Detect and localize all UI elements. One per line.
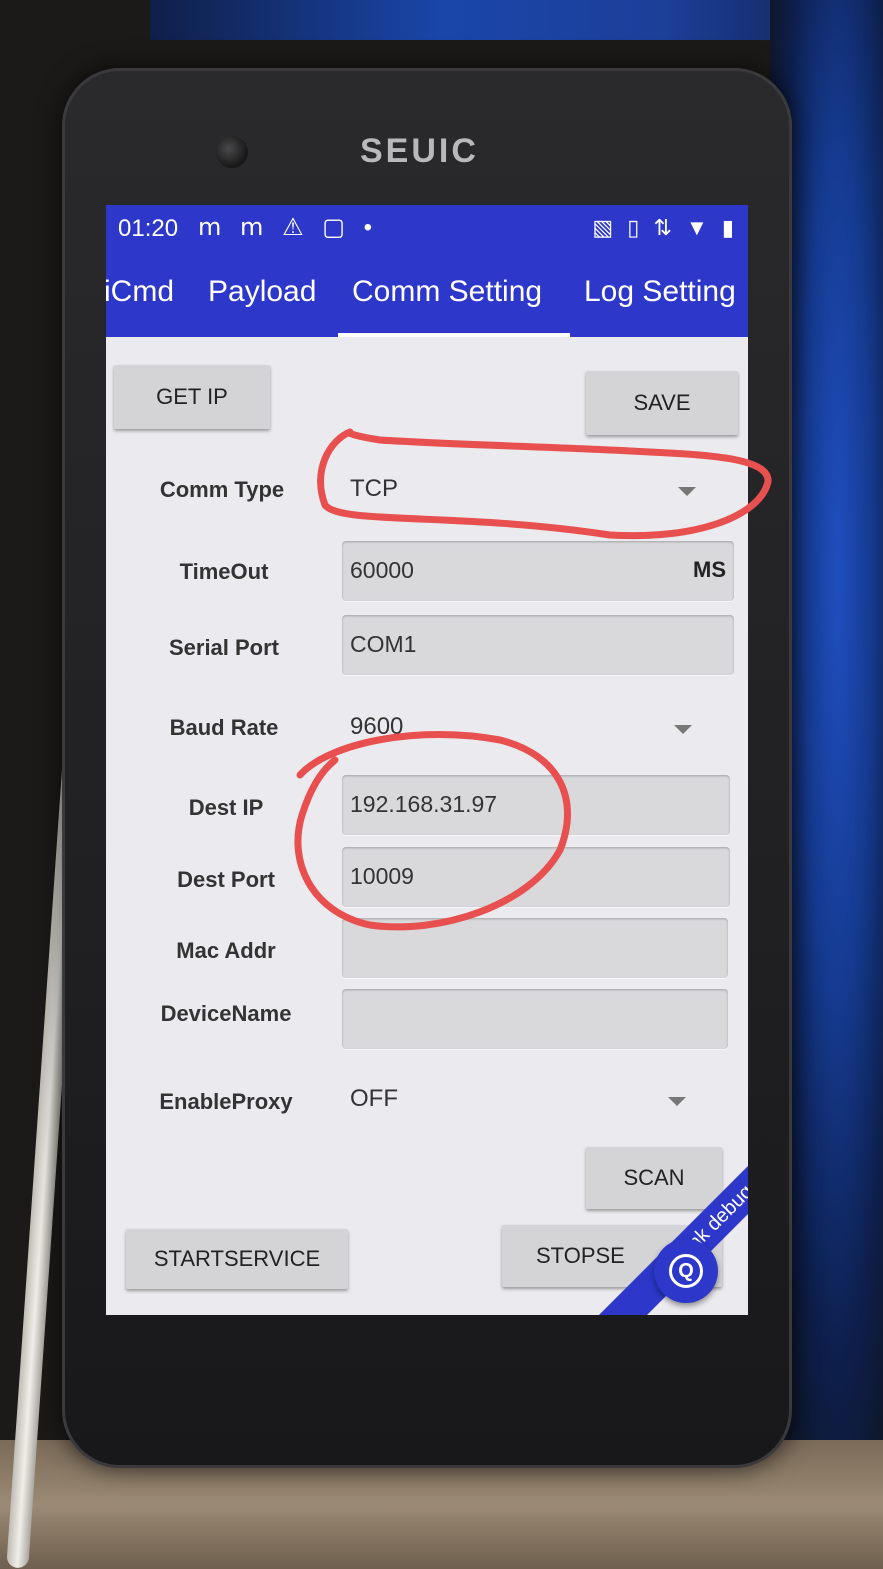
system-status-icons: ▧ ▯ ⇅ ▼ ▮ (592, 215, 738, 240)
tab-log-setting[interactable]: Log Setting (584, 275, 736, 309)
dropdown-caret-icon (668, 1097, 686, 1106)
front-camera (216, 136, 248, 168)
q-logo-icon: Q (669, 1254, 703, 1288)
scan-button[interactable]: SCAN (586, 1147, 722, 1209)
tab-comm-setting[interactable]: Comm Setting (352, 275, 542, 309)
floating-action-button[interactable]: Q (654, 1239, 718, 1303)
enable-proxy-value: OFF (350, 1085, 398, 1112)
timeout-input[interactable]: 60000 MS (342, 541, 734, 601)
tab-payload[interactable]: Payload (208, 275, 316, 309)
device-brand-logo: SEUIC (360, 132, 479, 170)
start-service-button[interactable]: STARTSERVICE (126, 1229, 348, 1289)
save-button[interactable]: SAVE (586, 371, 738, 435)
phone-screen: 01:20 ⅿ ⅿ ⚠ ▢ • ▧ ▯ ⇅ ▼ ▮ iCmd Payload C… (106, 205, 748, 1315)
baud-rate-label: Baud Rate (169, 715, 279, 740)
timeout-unit: MS (693, 557, 726, 582)
status-bar: 01:20 ⅿ ⅿ ⚠ ▢ • ▧ ▯ ⇅ ▼ ▮ (106, 205, 748, 253)
timeout-value: 60000 (350, 557, 414, 583)
serial-port-label: Serial Port (168, 635, 280, 660)
get-ip-button[interactable]: GET IP (114, 365, 270, 429)
baud-rate-value: 9600 (350, 713, 404, 740)
dest-port-value: 10009 (350, 863, 414, 889)
device-name-label: DeviceName (160, 1001, 292, 1026)
comm-type-value: TCP (350, 475, 398, 502)
dropdown-caret-icon (678, 487, 696, 496)
baud-rate-dropdown[interactable]: 9600 (342, 703, 734, 753)
timeout-label: TimeOut (179, 559, 269, 584)
comm-type-dropdown[interactable]: TCP (342, 465, 734, 515)
enable-proxy-dropdown[interactable]: OFF (342, 1075, 734, 1125)
notification-icons: ⅿ ⅿ ⚠ ▢ • (198, 214, 379, 241)
enable-proxy-label: EnableProxy (159, 1089, 293, 1114)
dest-port-label: Dest Port (177, 867, 275, 892)
dest-ip-input[interactable]: 192.168.31.97 (342, 775, 730, 835)
device-name-input[interactable] (342, 989, 728, 1049)
status-time: 01:20 (118, 215, 179, 242)
serial-port-input[interactable]: COM1 (342, 615, 734, 675)
dest-port-input[interactable]: 10009 (342, 847, 730, 907)
comm-type-label: Comm Type (159, 477, 285, 502)
tab-icmd[interactable]: iCmd (106, 275, 174, 309)
serial-port-value: COM1 (350, 631, 417, 657)
mac-addr-input[interactable] (342, 918, 728, 978)
dest-ip-label: Dest IP (188, 795, 264, 820)
selected-tab-indicator (338, 333, 570, 337)
mac-addr-label: Mac Addr (176, 938, 276, 963)
tab-bar: iCmd Payload Comm Setting Log Setting (106, 253, 748, 337)
dropdown-caret-icon (674, 725, 692, 734)
dest-ip-value: 192.168.31.97 (350, 791, 498, 817)
